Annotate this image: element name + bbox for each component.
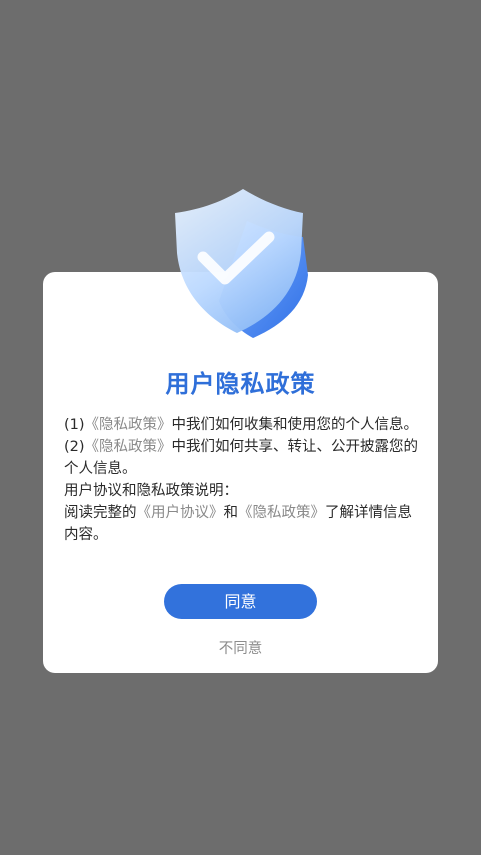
user-agreement-link[interactable]: 《用户协议》 [137, 505, 224, 521]
screen: 用户隐私政策 (1)《隐私政策》中我们如何收集和使用您的个人信息。 (2)《隐私… [0, 0, 481, 855]
policy-item-2: (2)《隐私政策》中我们如何共享、转让、公开披露您的个人信息。 [64, 436, 420, 480]
read-prefix: 阅读完整的 [64, 505, 137, 521]
policy-read-line: 阅读完整的《用户协议》和《隐私政策》了解详情信息内容。 [64, 502, 420, 546]
read-and: 和 [223, 505, 239, 521]
privacy-policy-link-1[interactable]: 《隐私政策》 [85, 417, 172, 433]
dialog-body: (1)《隐私政策》中我们如何收集和使用您的个人信息。 (2)《隐私政策》中我们如… [64, 414, 420, 546]
item-1-prefix: (1) [64, 417, 85, 433]
privacy-policy-link-2[interactable]: 《隐私政策》 [85, 439, 172, 455]
disagree-button[interactable]: 不同意 [43, 637, 438, 658]
dialog-title: 用户隐私政策 [165, 370, 316, 398]
item-1-text: 中我们如何收集和使用您的个人信息。 [171, 417, 419, 433]
shield-check-icon [165, 183, 325, 343]
item-2-prefix: (2) [64, 439, 85, 455]
policy-subheading: 用户协议和隐私政策说明： [64, 483, 238, 499]
privacy-policy-link-3[interactable]: 《隐私政策》 [238, 505, 325, 521]
policy-item-1: (1)《隐私政策》中我们如何收集和使用您的个人信息。 [64, 414, 420, 436]
agree-button[interactable]: 同意 [164, 584, 317, 619]
